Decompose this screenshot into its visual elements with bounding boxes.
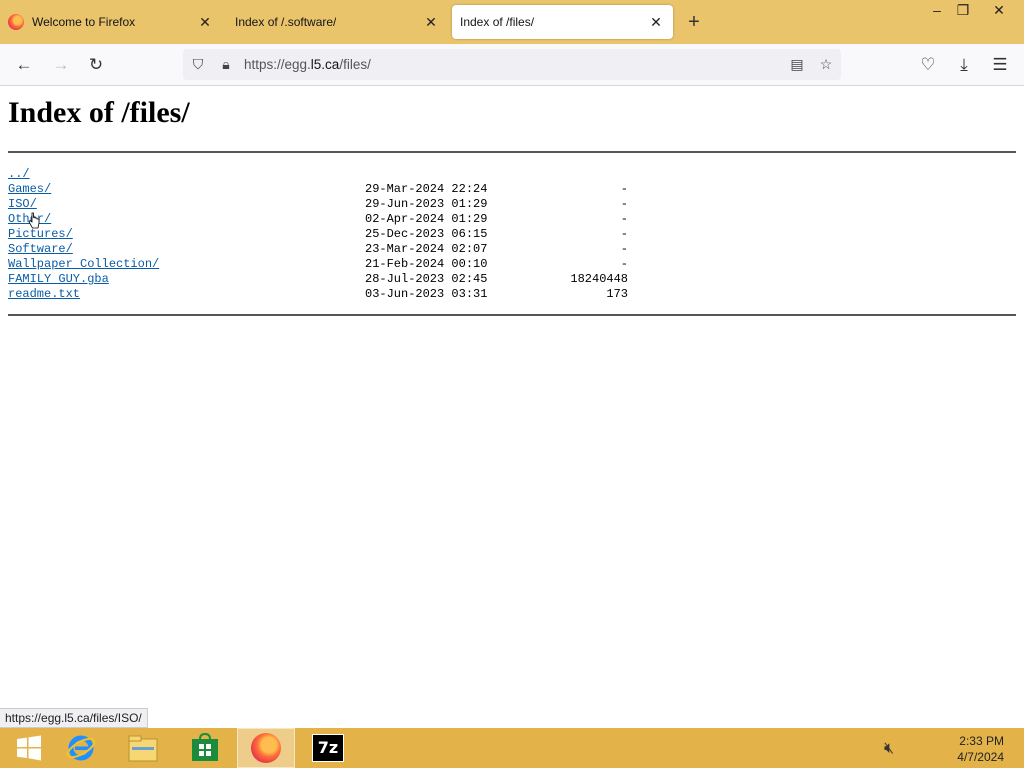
list-item: Wallpaper Collection/ 21-Feb-2024 00:10 … [8,257,628,272]
link-status-bar: https://egg.l5.ca/files/ISO/ [0,708,148,728]
start-icon [17,735,41,761]
new-tab-button[interactable]: + [684,12,704,32]
page-heading: Index of /files/ [8,96,190,129]
close-icon[interactable]: ✕ [647,13,665,31]
file-explorer-button[interactable] [114,728,172,768]
bottom-divider [8,314,1016,316]
entry-link[interactable]: Software/ [8,242,73,257]
taskbar: 7z 🔇︎ 2:33 PM 4/7/2024 [0,728,1024,768]
url-bar[interactable]: ⛉ 🔒︎ https://egg.l5.ca/files/ ▤ ☆ [183,49,841,80]
internet-explorer-button[interactable] [52,728,110,768]
pocket-icon[interactable]: ♡ [915,52,941,78]
entry-size: - [620,197,628,211]
list-item: FAMILY GUY.gba 28-Jul-2023 02:45 1824044… [8,272,628,287]
downloads-icon[interactable]: ⤓ [951,52,977,78]
tab-software[interactable]: Index of /.software/ ✕ [226,5,448,39]
file-listing: ../ Games/ 29-Mar-2024 22:24 - ISO/ 29-J… [8,167,628,302]
entry-link[interactable]: Pictures/ [8,227,73,242]
entry-link[interactable]: ISO/ [8,197,37,212]
list-item: Pictures/ 25-Dec-2023 06:15 - [8,227,628,242]
list-item: ../ [8,167,628,182]
entry-link[interactable]: Games/ [8,182,51,197]
list-item: Other/ 02-Apr-2024 01:29 - [8,212,628,227]
entry-date: 02-Apr-2024 01:29 [365,212,488,226]
clock[interactable]: 2:33 PM 4/7/2024 [957,733,1004,765]
list-item: readme.txt 03-Jun-2023 03:31 173 [8,287,628,302]
tab-files[interactable]: Index of /files/ ✕ [452,5,673,39]
volume-muted-icon[interactable]: 🔇︎ [884,740,894,758]
close-window-button[interactable]: ✕ [982,0,1016,22]
entry-date: 21-Feb-2024 00:10 [365,257,488,271]
list-item: Games/ 29-Mar-2024 22:24 - [8,182,628,197]
internet-explorer-icon [66,735,96,761]
entry-size: - [620,182,628,196]
entry-size: 18240448 [570,272,628,286]
entry-link[interactable]: FAMILY GUY.gba [8,272,109,287]
reload-button[interactable]: ↻ [83,52,109,78]
entry-size: - [620,257,628,271]
entry-date: 29-Jun-2023 01:29 [365,197,488,211]
menu-icon[interactable]: ☰ [987,52,1013,78]
firefox-taskbar-button[interactable] [237,728,295,768]
tab-title: Welcome to Firefox [32,15,136,29]
url-text[interactable]: https://egg.l5.ca/files/ [244,57,371,72]
entry-link[interactable]: readme.txt [8,287,80,302]
entry-size: - [620,227,628,241]
store-button[interactable] [176,728,234,768]
entry-date: 03-Jun-2023 03:31 [365,287,488,301]
close-icon[interactable]: ✕ [422,13,440,31]
entry-date: 29-Mar-2024 22:24 [365,182,488,196]
entry-link[interactable]: Wallpaper Collection/ [8,257,159,272]
shield-icon[interactable]: ⛉ [188,54,208,74]
entry-size: 173 [606,287,628,301]
hand-cursor-icon [28,212,40,229]
list-item: Software/ 23-Mar-2024 02:07 - [8,242,628,257]
bookmark-star-icon[interactable]: ☆ [816,54,836,74]
7zip-button[interactable]: 7z [299,728,357,768]
forward-button[interactable]: → [48,52,74,78]
clock-date: 4/7/2024 [957,750,1004,764]
navigation-bar: ← → ↻ ⛉ 🔒︎ https://egg.l5.ca/files/ ▤ ☆ … [0,44,1024,86]
close-icon[interactable]: ✕ [196,13,214,31]
restore-button[interactable]: ❐ [946,0,980,22]
tab-title: Index of /.software/ [235,15,337,29]
entry-date: 25-Dec-2023 06:15 [365,227,488,241]
7zip-icon: 7z [312,734,344,762]
firefox-icon [8,14,24,30]
clock-time: 2:33 PM [959,734,1004,748]
reader-view-icon[interactable]: ▤ [787,54,807,74]
firefox-icon [251,733,281,763]
store-icon [192,733,218,761]
tab-title: Index of /files/ [460,15,535,29]
entry-size: - [620,212,628,226]
tab-strip: Welcome to Firefox ✕ Index of /.software… [0,0,1024,44]
top-divider [8,151,1016,153]
entry-date: 28-Jul-2023 02:45 [365,272,488,286]
file-explorer-icon [128,735,158,762]
tab-welcome[interactable]: Welcome to Firefox ✕ [0,5,222,39]
start-button[interactable] [0,728,58,768]
entry-date: 23-Mar-2024 02:07 [365,242,488,256]
entry-size: - [620,242,628,256]
lock-icon[interactable]: 🔒︎ [216,54,236,74]
entry-link[interactable]: ../ [8,167,30,182]
back-button[interactable]: ← [11,52,37,78]
list-item: ISO/ 29-Jun-2023 01:29 - [8,197,628,212]
